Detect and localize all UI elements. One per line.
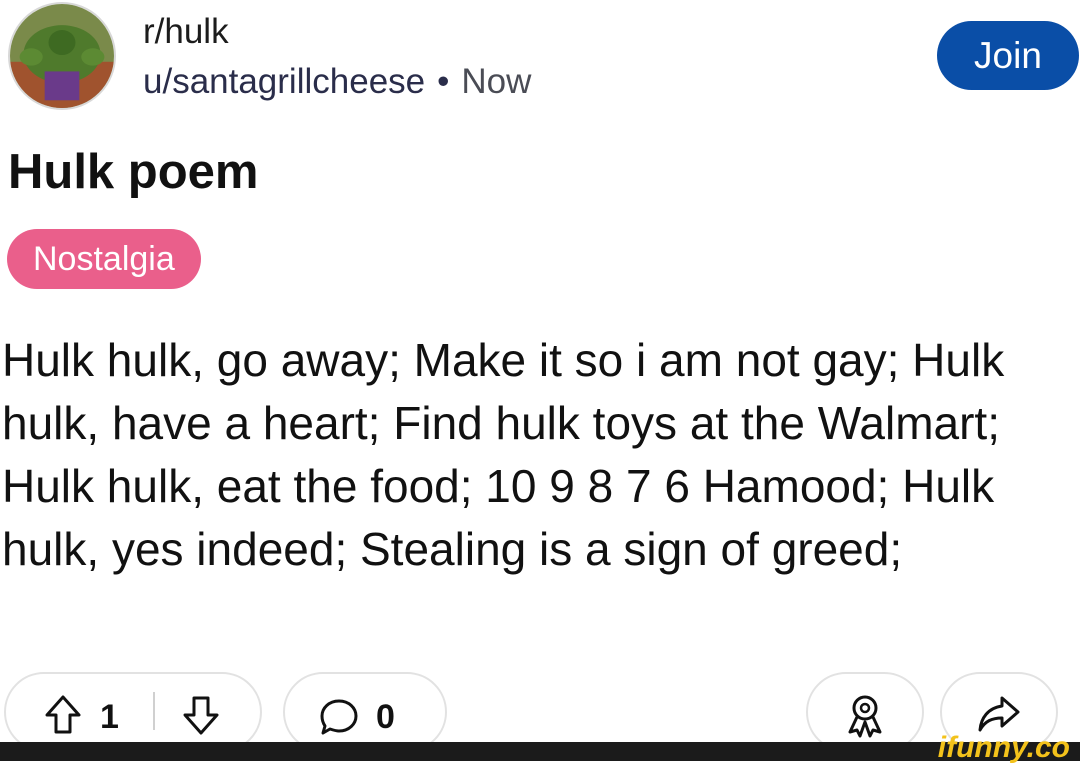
subreddit-name[interactable]: r/hulk: [143, 10, 229, 54]
subreddit-avatar[interactable]: [8, 2, 116, 110]
footer-bar: [0, 742, 1080, 761]
hulk-avatar-image: [10, 4, 114, 108]
upvote-count: 1: [100, 698, 119, 736]
comment-button[interactable]: [283, 672, 447, 752]
comment-bubble-icon: [318, 697, 360, 737]
vote-bar: [4, 672, 262, 752]
comment-count: 0: [376, 698, 395, 736]
post-body: Hulk hulk, go away; Make it so i am not …: [2, 334, 1005, 575]
award-icon: [844, 692, 886, 738]
ifunny-watermark: ifunny.co: [937, 731, 1070, 764]
post-meta: u/santagrillcheese • Now: [143, 60, 531, 104]
meta-separator: •: [437, 62, 450, 101]
post-time: Now: [461, 62, 532, 101]
author-name[interactable]: u/santagrillcheese: [143, 62, 425, 101]
share-arrow-icon: [976, 694, 1022, 734]
join-button[interactable]: Join: [937, 21, 1079, 90]
upvote-arrow-icon[interactable]: [44, 694, 82, 736]
flair-badge[interactable]: Nostalgia: [7, 229, 201, 289]
downvote-arrow-icon[interactable]: [182, 694, 220, 736]
post-title[interactable]: Hulk poem: [8, 142, 258, 202]
vote-divider: [153, 692, 155, 730]
